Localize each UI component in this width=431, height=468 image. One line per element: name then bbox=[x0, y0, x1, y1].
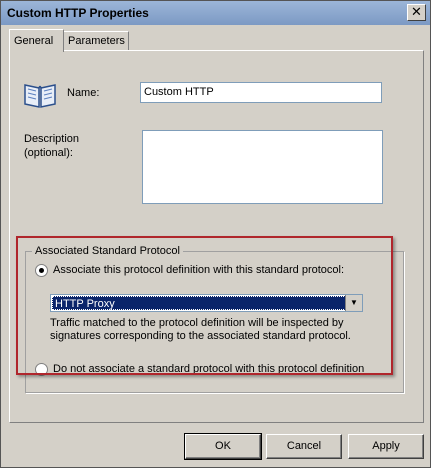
not-associate-radio-label[interactable]: Do not associate a standard protocol wit… bbox=[53, 363, 364, 375]
apply-button[interactable]: Apply bbox=[348, 434, 424, 459]
description-label: Description bbox=[24, 133, 80, 145]
inspection-note: Traffic matched to the protocol definiti… bbox=[50, 317, 351, 342]
properties-dialog: Custom HTTP Properties ✕ General Paramet… bbox=[0, 0, 431, 468]
dialog-title: Custom HTTP Properties bbox=[7, 6, 149, 20]
ok-button[interactable]: OK bbox=[184, 433, 262, 460]
not-associate-radio[interactable] bbox=[35, 363, 48, 376]
associate-radio[interactable] bbox=[35, 264, 48, 277]
associate-radio-label[interactable]: Associate this protocol definition with … bbox=[53, 264, 344, 276]
close-button[interactable]: ✕ bbox=[407, 4, 426, 21]
tab-general-label: General bbox=[14, 35, 54, 47]
name-input[interactable]: Custom HTTP bbox=[140, 82, 382, 103]
radio-selected-dot bbox=[39, 268, 44, 273]
close-icon: ✕ bbox=[411, 4, 422, 19]
selected-protocol: HTTP Proxy bbox=[52, 296, 346, 310]
standard-protocol-select[interactable]: HTTP Proxy ▼ bbox=[50, 294, 363, 312]
chevron-down-icon[interactable]: ▼ bbox=[345, 295, 362, 311]
tab-parameters-label: Parameters bbox=[68, 35, 125, 47]
open-book-icon bbox=[24, 84, 56, 108]
description-textarea[interactable] bbox=[142, 130, 383, 204]
group-title: Associated Standard Protocol bbox=[32, 245, 183, 257]
description-label-optional: (optional): bbox=[24, 147, 73, 159]
title-bar[interactable]: Custom HTTP Properties ✕ bbox=[1, 1, 430, 25]
tab-parameters[interactable]: Parameters bbox=[63, 31, 129, 51]
cancel-button[interactable]: Cancel bbox=[266, 434, 342, 459]
name-label: Name: bbox=[67, 87, 100, 99]
tab-general[interactable]: General bbox=[9, 29, 64, 52]
